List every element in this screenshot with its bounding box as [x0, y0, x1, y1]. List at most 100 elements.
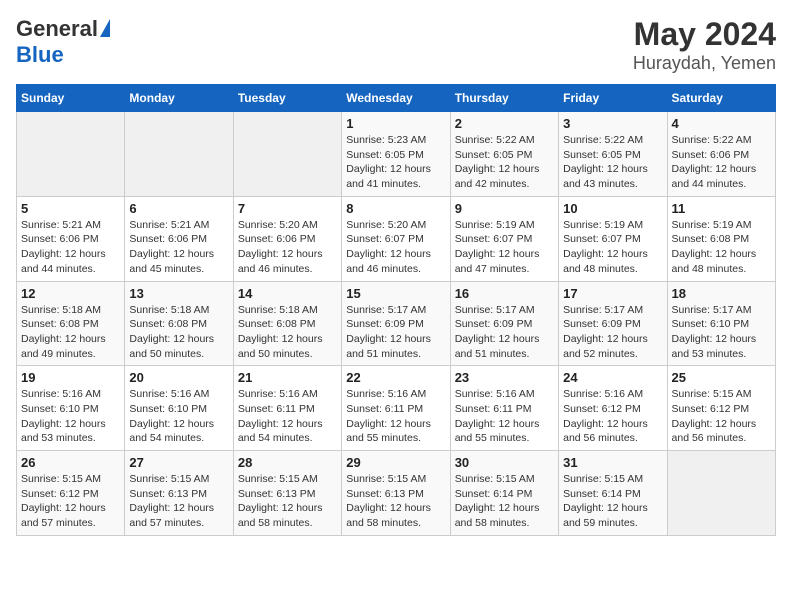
day-info: Sunrise: 5:19 AM Sunset: 6:08 PM Dayligh…	[672, 218, 771, 277]
logo: General Blue	[16, 16, 110, 68]
day-number: 25	[672, 370, 771, 385]
day-number: 5	[21, 201, 120, 216]
calendar-cell	[667, 451, 775, 536]
calendar-table: SundayMondayTuesdayWednesdayThursdayFrid…	[16, 84, 776, 536]
calendar-cell: 14 Sunrise: 5:18 AM Sunset: 6:08 PM Dayli…	[233, 281, 341, 366]
title-block: May 2024 Huraydah, Yemen	[633, 16, 776, 74]
calendar-cell: 27 Sunrise: 5:15 AM Sunset: 6:13 PM Dayli…	[125, 451, 233, 536]
calendar-cell: 18 Sunrise: 5:17 AM Sunset: 6:10 PM Dayli…	[667, 281, 775, 366]
day-number: 14	[238, 286, 337, 301]
calendar-cell: 10 Sunrise: 5:19 AM Sunset: 6:07 PM Dayli…	[559, 196, 667, 281]
day-number: 28	[238, 455, 337, 470]
calendar-cell: 24Sunrise: 5:16 AM Sunset: 6:12 PM Dayli…	[559, 366, 667, 451]
calendar-cell: 17Sunrise: 5:17 AM Sunset: 6:09 PM Dayli…	[559, 281, 667, 366]
day-number: 4	[672, 116, 771, 131]
day-info: Sunrise: 5:16 AM Sunset: 6:11 PM Dayligh…	[455, 387, 554, 446]
day-info: Sunrise: 5:23 AM Sunset: 6:05 PM Dayligh…	[346, 133, 445, 192]
header-friday: Friday	[559, 85, 667, 112]
calendar-week-row: 5 Sunrise: 5:21 AM Sunset: 6:06 PM Daylig…	[17, 196, 776, 281]
calendar-cell: 3 Sunrise: 5:22 AM Sunset: 6:05 PM Daylig…	[559, 112, 667, 197]
day-info: Sunrise: 5:22 AM Sunset: 6:05 PM Dayligh…	[455, 133, 554, 192]
day-number: 21	[238, 370, 337, 385]
calendar-cell	[125, 112, 233, 197]
day-number: 18	[672, 286, 771, 301]
calendar-cell: 2 Sunrise: 5:22 AM Sunset: 6:05 PM Daylig…	[450, 112, 558, 197]
day-number: 31	[563, 455, 662, 470]
calendar-cell: 28 Sunrise: 5:15 AM Sunset: 6:13 PM Dayli…	[233, 451, 341, 536]
calendar-cell: 30Sunrise: 5:15 AM Sunset: 6:14 PM Dayli…	[450, 451, 558, 536]
calendar-week-row: 19Sunrise: 5:16 AM Sunset: 6:10 PM Dayli…	[17, 366, 776, 451]
day-number: 23	[455, 370, 554, 385]
calendar-week-row: 1 Sunrise: 5:23 AM Sunset: 6:05 PM Daylig…	[17, 112, 776, 197]
calendar-cell: 1 Sunrise: 5:23 AM Sunset: 6:05 PM Daylig…	[342, 112, 450, 197]
main-title: May 2024	[633, 16, 776, 53]
day-info: Sunrise: 5:18 AM Sunset: 6:08 PM Dayligh…	[129, 303, 228, 362]
day-info: Sunrise: 5:16 AM Sunset: 6:10 PM Dayligh…	[129, 387, 228, 446]
day-info: Sunrise: 5:15 AM Sunset: 6:14 PM Dayligh…	[455, 472, 554, 531]
calendar-cell: 29 Sunrise: 5:15 AM Sunset: 6:13 PM Dayli…	[342, 451, 450, 536]
day-info: Sunrise: 5:22 AM Sunset: 6:05 PM Dayligh…	[563, 133, 662, 192]
day-number: 20	[129, 370, 228, 385]
header-sunday: Sunday	[17, 85, 125, 112]
day-info: Sunrise: 5:17 AM Sunset: 6:10 PM Dayligh…	[672, 303, 771, 362]
day-info: Sunrise: 5:18 AM Sunset: 6:08 PM Dayligh…	[238, 303, 337, 362]
day-number: 11	[672, 201, 771, 216]
day-info: Sunrise: 5:20 AM Sunset: 6:06 PM Dayligh…	[238, 218, 337, 277]
header-tuesday: Tuesday	[233, 85, 341, 112]
day-number: 13	[129, 286, 228, 301]
calendar-cell: 21 Sunrise: 5:16 AM Sunset: 6:11 PM Dayli…	[233, 366, 341, 451]
day-info: Sunrise: 5:16 AM Sunset: 6:11 PM Dayligh…	[238, 387, 337, 446]
logo-triangle-icon	[100, 19, 110, 37]
day-number: 10	[563, 201, 662, 216]
day-info: Sunrise: 5:16 AM Sunset: 6:10 PM Dayligh…	[21, 387, 120, 446]
calendar-cell: 6 Sunrise: 5:21 AM Sunset: 6:06 PM Daylig…	[125, 196, 233, 281]
day-info: Sunrise: 5:19 AM Sunset: 6:07 PM Dayligh…	[563, 218, 662, 277]
calendar-cell: 31 Sunrise: 5:15 AM Sunset: 6:14 PM Dayli…	[559, 451, 667, 536]
day-info: Sunrise: 5:15 AM Sunset: 6:13 PM Dayligh…	[346, 472, 445, 531]
day-number: 12	[21, 286, 120, 301]
day-number: 9	[455, 201, 554, 216]
day-number: 22	[346, 370, 445, 385]
day-number: 2	[455, 116, 554, 131]
day-number: 15	[346, 286, 445, 301]
page-header: General Blue May 2024 Huraydah, Yemen	[16, 16, 776, 74]
calendar-cell: 16Sunrise: 5:17 AM Sunset: 6:09 PM Dayli…	[450, 281, 558, 366]
day-number: 3	[563, 116, 662, 131]
day-number: 29	[346, 455, 445, 470]
day-info: Sunrise: 5:17 AM Sunset: 6:09 PM Dayligh…	[346, 303, 445, 362]
day-number: 27	[129, 455, 228, 470]
calendar-cell: 23 Sunrise: 5:16 AM Sunset: 6:11 PM Dayli…	[450, 366, 558, 451]
calendar-cell: 20 Sunrise: 5:16 AM Sunset: 6:10 PM Dayli…	[125, 366, 233, 451]
calendar-cell: 11 Sunrise: 5:19 AM Sunset: 6:08 PM Dayli…	[667, 196, 775, 281]
day-info: Sunrise: 5:21 AM Sunset: 6:06 PM Dayligh…	[129, 218, 228, 277]
day-info: Sunrise: 5:15 AM Sunset: 6:14 PM Dayligh…	[563, 472, 662, 531]
calendar-cell: 7 Sunrise: 5:20 AM Sunset: 6:06 PM Daylig…	[233, 196, 341, 281]
day-info: Sunrise: 5:15 AM Sunset: 6:12 PM Dayligh…	[21, 472, 120, 531]
calendar-cell	[233, 112, 341, 197]
logo-blue-text: Blue	[16, 42, 64, 68]
day-number: 1	[346, 116, 445, 131]
day-number: 6	[129, 201, 228, 216]
day-number: 17	[563, 286, 662, 301]
calendar-cell: 12Sunrise: 5:18 AM Sunset: 6:08 PM Dayli…	[17, 281, 125, 366]
calendar-cell: 8Sunrise: 5:20 AM Sunset: 6:07 PM Daylig…	[342, 196, 450, 281]
day-info: Sunrise: 5:16 AM Sunset: 6:11 PM Dayligh…	[346, 387, 445, 446]
day-info: Sunrise: 5:15 AM Sunset: 6:13 PM Dayligh…	[129, 472, 228, 531]
header-saturday: Saturday	[667, 85, 775, 112]
calendar-cell: 15 Sunrise: 5:17 AM Sunset: 6:09 PM Dayli…	[342, 281, 450, 366]
day-info: Sunrise: 5:15 AM Sunset: 6:13 PM Dayligh…	[238, 472, 337, 531]
calendar-cell	[17, 112, 125, 197]
calendar-week-row: 12 Sunrise: 5:18 AM Sunset: 6:08 PM Dayli…	[17, 281, 776, 366]
day-number: 26	[21, 455, 120, 470]
header-monday: Monday	[125, 85, 233, 112]
location-subtitle: Huraydah, Yemen	[633, 53, 776, 74]
day-number: 7	[238, 201, 337, 216]
calendar-cell: 4Sunrise: 5:22 AM Sunset: 6:06 PM Daylig…	[667, 112, 775, 197]
calendar-cell: 26 Sunrise: 5:15 AM Sunset: 6:12 PM Dayli…	[17, 451, 125, 536]
header-wednesday: Wednesday	[342, 85, 450, 112]
calendar-cell: 5Sunrise: 5:21 AM Sunset: 6:06 PM Daylig…	[17, 196, 125, 281]
calendar-cell: 19Sunrise: 5:16 AM Sunset: 6:10 PM Dayli…	[17, 366, 125, 451]
calendar-week-row: 26 Sunrise: 5:15 AM Sunset: 6:12 PM Dayli…	[17, 451, 776, 536]
day-number: 24	[563, 370, 662, 385]
day-info: Sunrise: 5:15 AM Sunset: 6:12 PM Dayligh…	[672, 387, 771, 446]
